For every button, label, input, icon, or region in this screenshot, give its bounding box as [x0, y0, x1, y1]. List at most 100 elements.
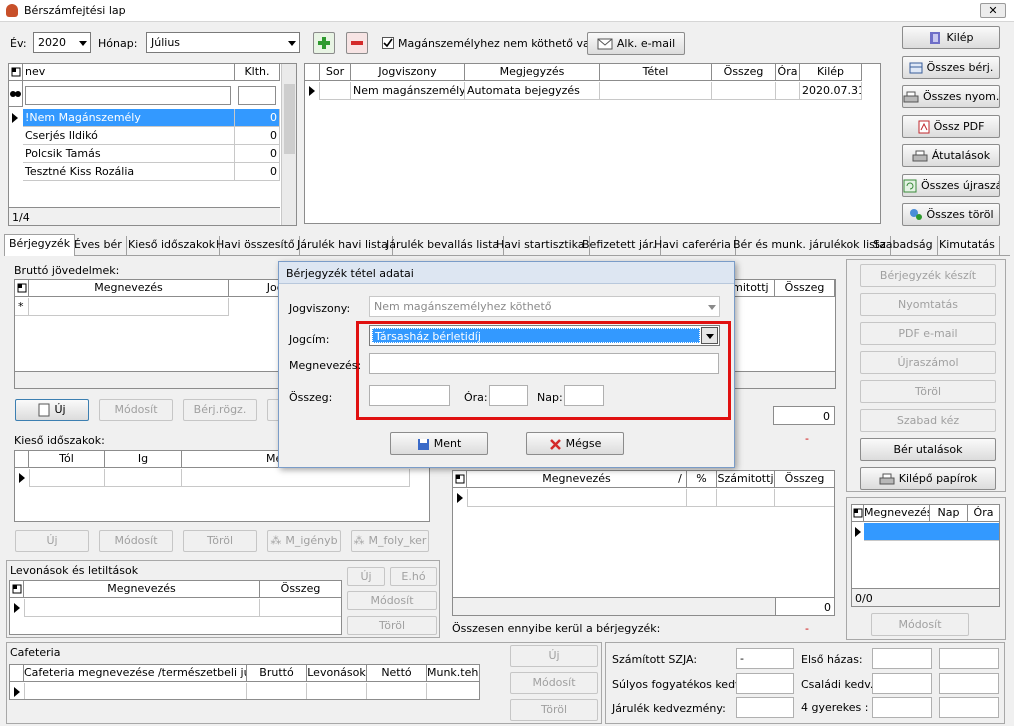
cancel-button[interactable]: Mégse [526, 432, 624, 455]
print-all-button[interactable]: Összes nyom. [902, 85, 1000, 108]
deductions-eho-button[interactable]: E.hó [390, 567, 437, 586]
gross-new-button[interactable]: Új [15, 399, 89, 421]
jogcim-select[interactable]: Társasház bérletidíj [369, 325, 720, 346]
tab-jarulek-bevallas-lista[interactable]: Járulék bevallás lista [382, 236, 505, 255]
delete-button[interactable]: Töröl [860, 380, 996, 403]
job-cell-ora[interactable] [776, 82, 800, 100]
free-hand-button[interactable]: Szabad kéz [860, 409, 996, 432]
jogcim-dropdown-button[interactable] [701, 327, 718, 344]
absence-new-button[interactable]: Új [15, 530, 89, 552]
contribution-scrollbar[interactable] [453, 597, 776, 615]
column-header-megjegyzes[interactable]: Megjegyzés [465, 64, 600, 81]
column-header-name[interactable]: Megnevezés [29, 280, 229, 297]
tab-ber-es-munk-jarulekok[interactable]: Bér és munk. járulékok lista [729, 236, 891, 255]
column-header-klth[interactable]: Klth. [235, 64, 280, 81]
salary-transfers-button[interactable]: Bér utalások [860, 438, 996, 461]
cafeteria-delete-button[interactable]: Töröl [510, 699, 598, 721]
pdf-email-button[interactable]: PDF e-mail [860, 322, 996, 345]
non-person-checkbox[interactable] [382, 37, 394, 49]
tab-befizetett-jar[interactable]: Befizetett jár. [578, 236, 661, 255]
column-header-osszeg[interactable]: Összeg [775, 471, 834, 488]
exit-papers-button[interactable]: Kilépő papírok [860, 467, 996, 490]
column-header-megnevezes[interactable]: Megnevezés [467, 471, 687, 488]
cafeteria-cell[interactable] [307, 683, 367, 699]
column-header-levonasok[interactable]: Levonások [307, 665, 367, 682]
gross-edit-button[interactable]: Módosít [99, 399, 173, 421]
email-button[interactable]: Alk. e-mail [587, 32, 685, 55]
absence-edit-button[interactable]: Módosít [99, 530, 173, 552]
cafeteria-cell[interactable] [24, 683, 247, 699]
job-cell-megjegyzes[interactable]: Automata bejegyzés [465, 82, 600, 100]
cafeteria-cell[interactable] [427, 683, 479, 699]
person-row-name[interactable]: Cserjés Ildikó [23, 127, 235, 145]
nap-input[interactable] [564, 385, 604, 406]
absence-cell[interactable] [29, 469, 105, 487]
gross-cell[interactable] [29, 298, 229, 316]
jogviszony-select[interactable]: Nem magánszemélyhez köthető [369, 296, 720, 317]
add-person-button[interactable] [313, 32, 335, 54]
klth-filter-input[interactable] [238, 86, 276, 105]
cafeteria-edit-button[interactable]: Módosít [510, 672, 598, 694]
save-button[interactable]: Ment [390, 432, 488, 455]
people-scrollbar[interactable] [281, 64, 296, 225]
person-row-klth[interactable]: 0 [235, 109, 280, 127]
recalc-all-button[interactable]: Összes újraszá. [902, 174, 1000, 197]
column-header-brutto[interactable]: Bruttó [247, 665, 307, 682]
days-edit-button[interactable]: Módosít [871, 613, 969, 636]
absence-m-foly-ker-button[interactable]: ⁂ M_foly_ker [351, 530, 429, 552]
name-filter-input[interactable] [25, 86, 231, 105]
deductions-edit-button[interactable]: Módosít [347, 591, 437, 610]
remove-person-button[interactable] [346, 32, 368, 54]
column-header-kilep[interactable]: Kilép [800, 64, 862, 81]
delete-all-button[interactable]: Összes töröl [902, 203, 1000, 226]
megnevezes-input[interactable] [369, 353, 719, 374]
person-row-klth[interactable]: 0 [235, 163, 280, 181]
column-header-munk-teher[interactable]: Munk.teher [427, 665, 479, 682]
column-header-megnevezes[interactable]: Megnevezés [864, 505, 930, 522]
contribution-cell[interactable] [775, 489, 834, 507]
person-row-klth[interactable]: 0 [235, 127, 280, 145]
column-header-osszeg[interactable]: Összeg [775, 280, 835, 297]
column-header-tol[interactable]: Tól [29, 451, 105, 468]
contribution-cell[interactable] [717, 489, 775, 507]
all-pdf-button[interactable]: Össz PDF [902, 115, 1000, 138]
column-header-ig[interactable]: Ig [105, 451, 182, 468]
job-cell-sor[interactable] [319, 82, 351, 100]
tab-kieso-idoszakok[interactable]: Kieső időszakok [124, 236, 221, 255]
tab-havi-osszesito[interactable]: Havi összesítő [212, 236, 300, 255]
deductions-cell[interactable] [260, 599, 341, 617]
contribution-cell[interactable] [687, 489, 717, 507]
tab-berjegyzek[interactable]: Bérjegyzék [4, 234, 76, 256]
cafeteria-cell[interactable] [247, 683, 307, 699]
column-header-ora[interactable]: Óra [776, 64, 800, 81]
column-header-netto[interactable]: Nettó [367, 665, 427, 682]
job-cell-jogviszony[interactable]: Nem magánszemélyhez [351, 82, 465, 100]
job-cell-kilep[interactable]: 2020.07.31. [800, 82, 862, 100]
deductions-cell[interactable] [24, 599, 260, 617]
tab-kimutatas[interactable]: Kimutatás [935, 236, 1000, 255]
all-payslips-button[interactable]: Összes bérj. [902, 56, 1000, 79]
deductions-delete-button[interactable]: Töröl [347, 616, 437, 635]
person-row-klth[interactable]: 0 [235, 145, 280, 163]
deductions-new-button[interactable]: Új [347, 567, 385, 586]
osszeg-input[interactable] [369, 385, 450, 406]
person-row-name[interactable]: Polcsik Tamás [23, 145, 235, 163]
absence-cell[interactable] [182, 469, 410, 487]
person-row-name[interactable]: Tesztné Kiss Rozália [23, 163, 235, 181]
create-payslip-button[interactable]: Bérjegyzék készít [860, 264, 996, 287]
tab-eves-ber[interactable]: Éves bér [70, 236, 127, 255]
column-header-megnevezes[interactable]: Megnevezés [24, 581, 260, 598]
cafeteria-cell[interactable] [367, 683, 427, 699]
column-header-cafeteria-name[interactable]: Cafeteria megnevezése /természetbeli jut… [24, 665, 247, 682]
tab-havi-statisztika[interactable]: Havi startisztika [492, 236, 590, 255]
column-header-sor[interactable]: Sor [319, 64, 351, 81]
exit-button[interactable]: Kilép [902, 26, 1000, 49]
days-row[interactable] [864, 523, 999, 541]
column-header-osszeg[interactable]: Összeg [712, 64, 776, 81]
absence-m-igenyb-button[interactable]: ⁂ M_igényb [267, 530, 341, 552]
absence-cell[interactable] [105, 469, 182, 487]
print-button[interactable]: Nyomtatás [860, 293, 996, 316]
window-close-button[interactable]: ✕ [980, 3, 1006, 18]
gross-payslip-record-button[interactable]: Bérj.rögz. [183, 399, 257, 421]
column-header-szamitottj[interactable]: Számitottj [717, 471, 775, 488]
